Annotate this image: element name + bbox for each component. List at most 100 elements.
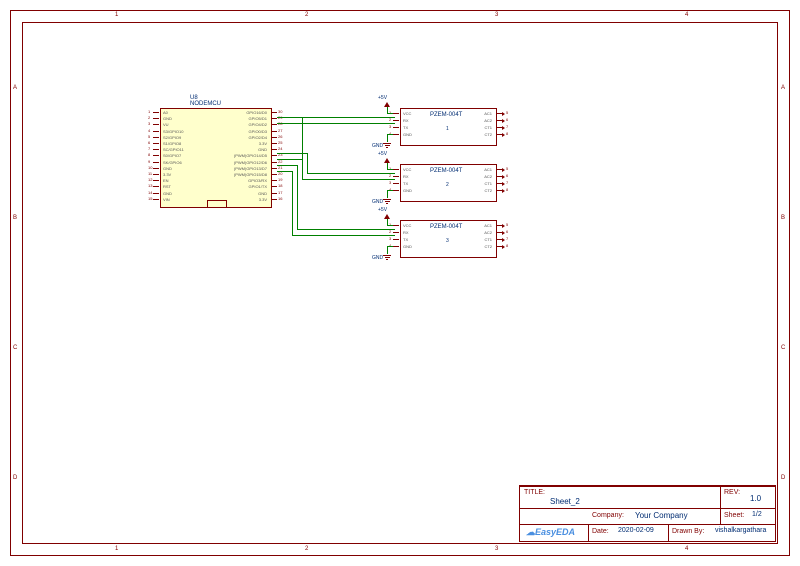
pzem-title-2: PZEM-004T	[430, 168, 462, 174]
pzem-pin-label: CT1	[484, 237, 492, 242]
wire	[277, 165, 297, 166]
wire	[277, 171, 292, 172]
mcu-pin-tick	[153, 155, 159, 156]
mcu-pin-label: GPIO3/RX	[248, 178, 267, 183]
mcu-pin-label: RST	[163, 184, 171, 189]
pzem-pin-label: RX	[403, 174, 409, 179]
pzem-pin-label: TX	[403, 125, 408, 130]
pzem-pin-num: 6	[506, 117, 508, 122]
mcu-pin-tick	[153, 180, 159, 181]
pzem-pin-label: AC1	[484, 111, 492, 116]
wire	[387, 113, 393, 114]
mcu-pin-label: (PWM)GPIO13/D7	[234, 166, 267, 171]
pzem-pin-num: 3	[389, 124, 391, 129]
wire	[307, 173, 395, 174]
mcu-pin-tick	[271, 131, 277, 132]
pzem-title-3: PZEM-004T	[430, 224, 462, 230]
mcu-pin-label: GND	[163, 191, 172, 196]
mcu-pin-label: 3.3V	[163, 172, 171, 177]
pzem-pin-label: GND	[403, 244, 412, 249]
ruler-row-c-r: C	[781, 345, 785, 351]
tb-drawn-label: Drawn By:	[672, 528, 704, 535]
ruler-row-a-l: A	[13, 85, 17, 91]
pzem-pin-arrow	[502, 189, 505, 193]
wire	[292, 171, 293, 235]
pzem-index-3: 3	[446, 238, 449, 244]
mcu-pin-label: GND	[258, 147, 267, 152]
mcu-pin-num: 16	[278, 196, 282, 201]
mcu-pin-num: 15	[148, 196, 152, 201]
mcu-pin-num: 30	[278, 109, 282, 114]
pzem-pin-num: 6	[506, 173, 508, 178]
mcu-pin-num: 9	[148, 159, 150, 164]
mcu-pin-num: 24	[278, 146, 282, 151]
pzem-pin-label: VCC	[403, 223, 411, 228]
mcu-pin-label: VIN	[163, 197, 170, 202]
tb-rev-label: REV:	[724, 489, 740, 496]
mcu-pin-label: GPIO2/D4	[249, 135, 267, 140]
wire	[302, 159, 303, 179]
ground-label: GND	[372, 255, 383, 261]
wire	[277, 123, 395, 124]
mcu-pin-num: 10	[148, 165, 152, 170]
pzem-pin-num: 7	[506, 180, 508, 185]
mcu-pin-label: S3/GPIO10	[163, 129, 183, 134]
pzem-pin-arrow	[502, 133, 505, 137]
wire	[277, 117, 395, 118]
mcu-pin-num: 1	[148, 109, 150, 114]
power-label: +5V	[378, 151, 387, 157]
mcu-pin-tick	[153, 143, 159, 144]
mcu-pin-num: 27	[278, 128, 282, 133]
pzem-pin-num: 8	[506, 131, 508, 136]
ruler-row-a-r: A	[781, 85, 785, 91]
pzem-pin-num: 7	[506, 236, 508, 241]
tb-title: Sheet_2	[550, 497, 580, 506]
mcu-pin-label: (PWM)GPIO12/D6	[234, 160, 267, 165]
mcu-pin-tick	[271, 162, 277, 163]
wire	[277, 153, 307, 154]
pzem-pin-label: CT2	[484, 244, 492, 249]
pzem-pin-tick	[393, 183, 399, 184]
ruler-col-2-top: 2	[305, 12, 308, 18]
mcu-pin-tick	[271, 180, 277, 181]
mcu-pin-tick	[271, 193, 277, 194]
ruler-col-1-bot: 1	[115, 546, 118, 552]
pzem-pin-arrow	[502, 119, 505, 123]
mcu-pin-tick	[153, 199, 159, 200]
mcu-pin-label: (PWM)GPIO14/D5	[234, 153, 267, 158]
mcu-pin-tick	[153, 112, 159, 113]
pzem-pin-label: RX	[403, 230, 409, 235]
pzem-pin-label: CT1	[484, 181, 492, 186]
mcu-pin-tick	[271, 118, 277, 119]
ground-label: GND	[372, 143, 383, 149]
mcu-pin-label: EN	[163, 178, 169, 183]
pzem-pin-label: AC1	[484, 223, 492, 228]
mcu-pin-tick	[271, 149, 277, 150]
mcu-pin-num: 26	[278, 134, 282, 139]
pzem-index-2: 2	[446, 182, 449, 188]
pzem-pin-label: AC2	[484, 174, 492, 179]
tb-date-label: Date:	[592, 528, 609, 535]
pzem-pin-tick	[393, 169, 399, 170]
wire	[387, 225, 393, 226]
pzem-pin-arrow	[502, 245, 505, 249]
pzem-pin-label: AC1	[484, 167, 492, 172]
ruler-col-1-top: 1	[115, 12, 118, 18]
pzem-pin-label: GND	[403, 132, 412, 137]
pzem-pin-num: 8	[506, 187, 508, 192]
mcu-pin-tick	[153, 137, 159, 138]
wire	[387, 246, 388, 254]
ruler-col-4-bot: 4	[685, 546, 688, 552]
pzem-pin-tick	[393, 232, 399, 233]
mcu-pin-tick	[153, 168, 159, 169]
pzem-pin-tick	[393, 246, 399, 247]
pzem-pin-label: AC2	[484, 118, 492, 123]
mcu-pin-label: GPIO5/D1	[249, 116, 267, 121]
mcu-pin-num: 19	[278, 177, 282, 182]
mcu-pin-num: 7	[148, 146, 150, 151]
mcu-pin-num: 12	[148, 177, 152, 182]
mcu-pin-label: SC/GPIO11	[163, 147, 184, 152]
mcu-pin-label: 3.3V	[259, 197, 267, 202]
ruler-row-d-r: D	[781, 475, 785, 481]
mcu-pin-label: A0	[163, 110, 168, 115]
